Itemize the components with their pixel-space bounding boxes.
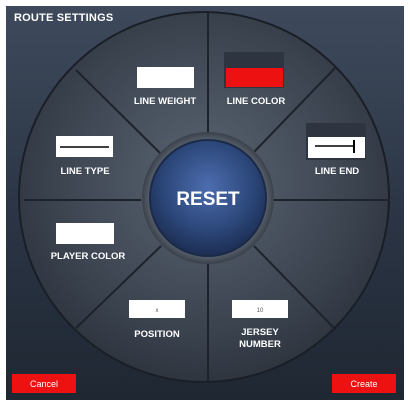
line-color-segment[interactable]: LINE COLOR [224,52,285,107]
jersey-number-value: 10 [257,308,264,314]
line-type-segment[interactable]: LINE TYPE [56,136,113,177]
line-weight-segment[interactable]: LINE WEIGHT [134,67,196,107]
page-title: ROUTE SETTINGS [14,12,114,24]
jersey-number-label-line1: JERSEY [241,327,279,338]
player-color-label: PLAYER COLOR [51,251,126,262]
line-color-swatch [226,68,283,87]
jersey-number-label-line2: NUMBER [239,339,281,350]
position-value: x [156,308,159,314]
line-end-swatch [308,137,365,158]
reset-label: RESET [176,189,240,210]
line-type-label: LINE TYPE [60,166,109,177]
cancel-button[interactable]: Cancel [12,374,76,393]
create-button[interactable]: Create [332,374,396,393]
line-end-label: LINE END [315,166,359,177]
position-label: POSITION [134,329,180,340]
reset-button[interactable]: RESET [149,139,267,257]
route-settings-panel: RESET LINE WEIGHT LINE COLOR LINE TYPE L… [6,6,404,400]
line-end-segment[interactable]: LINE END [306,123,366,177]
settings-wheel: RESET LINE WEIGHT LINE COLOR LINE TYPE L… [18,11,390,383]
line-weight-swatch [137,67,194,88]
line-weight-label: LINE WEIGHT [134,96,196,107]
player-color-swatch [56,223,114,244]
line-color-label: LINE COLOR [227,96,286,107]
